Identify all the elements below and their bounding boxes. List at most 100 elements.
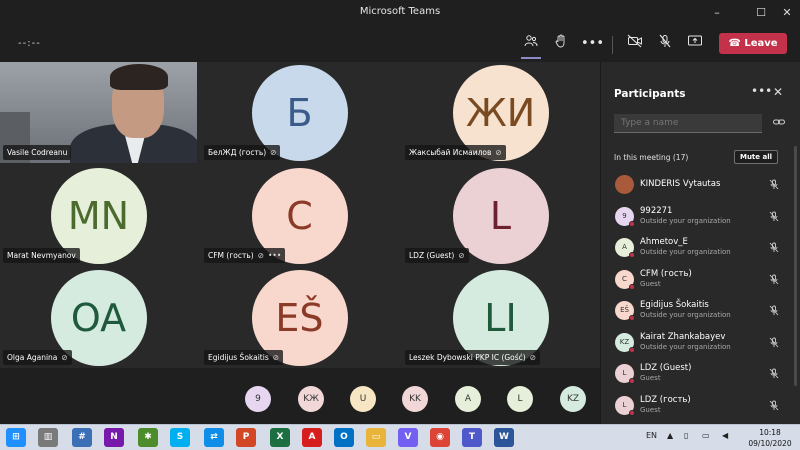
mic-off-icon[interactable] (769, 368, 779, 382)
video-tile[interactable]: EŠ Egidijus Šokaitis ⊘ (201, 267, 398, 368)
participant-name: Egidijus Šokaitis (640, 300, 709, 310)
participant-avatar: A (615, 238, 635, 258)
share-screen-icon[interactable] (685, 34, 705, 54)
overflow-participants: 9 KЖ U KK A L KZ (0, 368, 600, 424)
panel-close-button[interactable]: ✕ (773, 85, 783, 99)
video-tile[interactable]: LI Leszek Dybowski PKP IC (Gość) ⊘ (402, 267, 599, 368)
avatar-initials: EŠ (620, 306, 629, 314)
video-tile[interactable]: MN Marat Nevmyanov (0, 165, 197, 266)
overflow-avatar[interactable]: U (350, 386, 376, 412)
camera-off-icon[interactable] (625, 34, 645, 54)
panel-scrollbar[interactable] (794, 146, 797, 386)
mute-all-button[interactable]: Mute all (734, 150, 778, 164)
chrome-icon[interactable]: ◉ (430, 428, 450, 447)
teams-icon[interactable]: T (462, 428, 482, 447)
file-manager-icon[interactable]: ▥ (38, 428, 58, 447)
presence-status-icon (629, 315, 635, 321)
taskbar-clock[interactable]: 10:18 09/10/2020 (742, 427, 798, 449)
video-tile[interactable]: L LDZ (Guest) ⊘ (402, 165, 599, 266)
overflow-avatar[interactable]: KZ (560, 386, 586, 412)
video-tile[interactable]: Б БелЖД (гость) ⊘ (201, 62, 398, 163)
mic-off-icon[interactable] (655, 34, 675, 54)
close-window-button[interactable]: ✕ (778, 4, 796, 22)
participant-subtitle: Guest (640, 405, 661, 414)
tile-name-label: Vasile Codreanu (3, 145, 72, 160)
mic-off-icon[interactable] (769, 179, 779, 193)
app-icon[interactable]: # (72, 428, 92, 447)
presence-status-icon (629, 220, 635, 227)
participant-row[interactable]: EŠ Egidijus Šokaitis Outside your organiza… (601, 296, 796, 327)
video-tile[interactable]: Vasile Codreanu (0, 62, 197, 163)
tile-name: Vasile Codreanu (7, 148, 68, 157)
mic-off-icon[interactable] (769, 305, 779, 319)
tray-arrow-icon[interactable]: ▲ (667, 431, 673, 440)
language-indicator[interactable]: EN (646, 431, 657, 440)
share-link-icon[interactable] (773, 117, 785, 130)
participant-photo (615, 175, 634, 194)
overflow-avatar[interactable]: 9 (245, 386, 271, 412)
title-bar: Microsoft Teams – ☐ ✕ (0, 0, 800, 26)
tile-name-label: БелЖД (гость) ⊘ (204, 145, 281, 160)
participant-row[interactable]: C CFM (гость) Guest (601, 265, 796, 296)
tile-name-label: Жаксыбай Исмаилов ⊘ (405, 145, 506, 160)
participant-list: KINDERIS Vytautas 9 992271 Outside your org… (601, 170, 796, 424)
tile-name: Marat Nevmyanov (7, 251, 76, 260)
mic-off-icon[interactable] (769, 242, 779, 256)
start-icon[interactable]: ⊞ (6, 428, 26, 447)
leave-button[interactable]: ☎ Leave (719, 33, 787, 54)
participant-name: Kairat Zhankabayev (640, 331, 726, 342)
acrobat-icon[interactable]: A (302, 428, 322, 447)
outlook-icon[interactable]: O (334, 428, 354, 447)
participant-name: CFM (гость) (640, 268, 692, 279)
participant-row[interactable]: A Ahmetov_E Outside your organization (601, 233, 796, 264)
participant-subtitle: Outside your organization (640, 342, 731, 351)
more-options-button[interactable]: ••• (581, 34, 604, 54)
video-tile[interactable]: C CFM (гость) ⊘ ••• (201, 165, 398, 266)
skype-icon[interactable]: S (170, 428, 190, 447)
onenote-icon[interactable]: N (104, 428, 124, 447)
viber-icon[interactable]: V (398, 428, 418, 447)
overflow-avatar[interactable]: A (455, 386, 481, 412)
participant-row[interactable]: KINDERIS Vytautas (601, 170, 796, 201)
mic-off-icon[interactable] (769, 211, 779, 225)
overflow-avatar[interactable]: KK (402, 386, 428, 412)
avatar-initials: A (622, 243, 627, 251)
excel-icon[interactable]: X (270, 428, 290, 447)
explorer-icon[interactable]: ▭ (366, 428, 386, 447)
panel-more-button[interactable]: ••• (751, 84, 772, 98)
participant-row[interactable]: 9 992271 Outside your organization (601, 202, 796, 233)
powerpoint-icon[interactable]: P (236, 428, 256, 447)
participant-row[interactable]: L LDZ (гость) Guest (601, 391, 796, 422)
overflow-avatar[interactable]: KЖ (298, 386, 324, 412)
participant-search-input[interactable] (614, 114, 762, 133)
overflow-avatar[interactable]: L (507, 386, 533, 412)
presence-status-icon (629, 252, 635, 258)
mic-off-icon[interactable] (769, 274, 779, 288)
participant-row[interactable]: L LDZ (Guest) Guest (601, 359, 796, 390)
minimize-button[interactable]: – (708, 4, 726, 22)
network-icon[interactable]: ▯ (684, 431, 688, 440)
video-feed-part (110, 64, 168, 90)
windows-taskbar: ⊞ ▥ # N ✱ S ⇄ P X A O ▭ V ◉ T W EN ▲ ▯ ▭ ◀ 10:18 09/10/… (0, 424, 800, 450)
hand-icon[interactable] (551, 34, 571, 54)
people-icon[interactable] (521, 34, 541, 54)
teamviewer-icon[interactable]: ⇄ (204, 428, 224, 447)
mic-off-icon: ⊘ (272, 353, 280, 362)
tile-more-button[interactable]: ••• (268, 251, 281, 260)
mic-off-icon[interactable] (769, 337, 779, 351)
word-icon[interactable]: W (494, 428, 514, 447)
participants-panel: Participants ••• ✕ In this meeting (17) … (600, 62, 800, 424)
maximize-button[interactable]: ☐ (752, 4, 770, 22)
video-tile[interactable]: ЖИ Жаксыбай Исмаилов ⊘ (402, 62, 599, 163)
volume-icon[interactable]: ◀ (722, 431, 728, 440)
mic-off-icon[interactable] (769, 400, 779, 414)
participant-row[interactable]: KZ Kairat Zhankabayev Outside your organiz… (601, 328, 796, 359)
participant-avatar: EŠ (615, 301, 635, 321)
app-icon-2[interactable]: ✱ (138, 428, 158, 447)
participant-subtitle: Guest (640, 374, 661, 382)
battery-icon[interactable]: ▭ (702, 431, 710, 440)
video-grid: Vasile Codreanu Б БелЖД (гость) ⊘ ЖИ Жаксыбай… (0, 62, 600, 368)
video-tile[interactable]: OA Olga Aganina ⊘ (0, 267, 197, 368)
in-meeting-heading[interactable]: In this meeting (17) (614, 153, 688, 162)
tile-name-label: Marat Nevmyanov (3, 248, 80, 263)
